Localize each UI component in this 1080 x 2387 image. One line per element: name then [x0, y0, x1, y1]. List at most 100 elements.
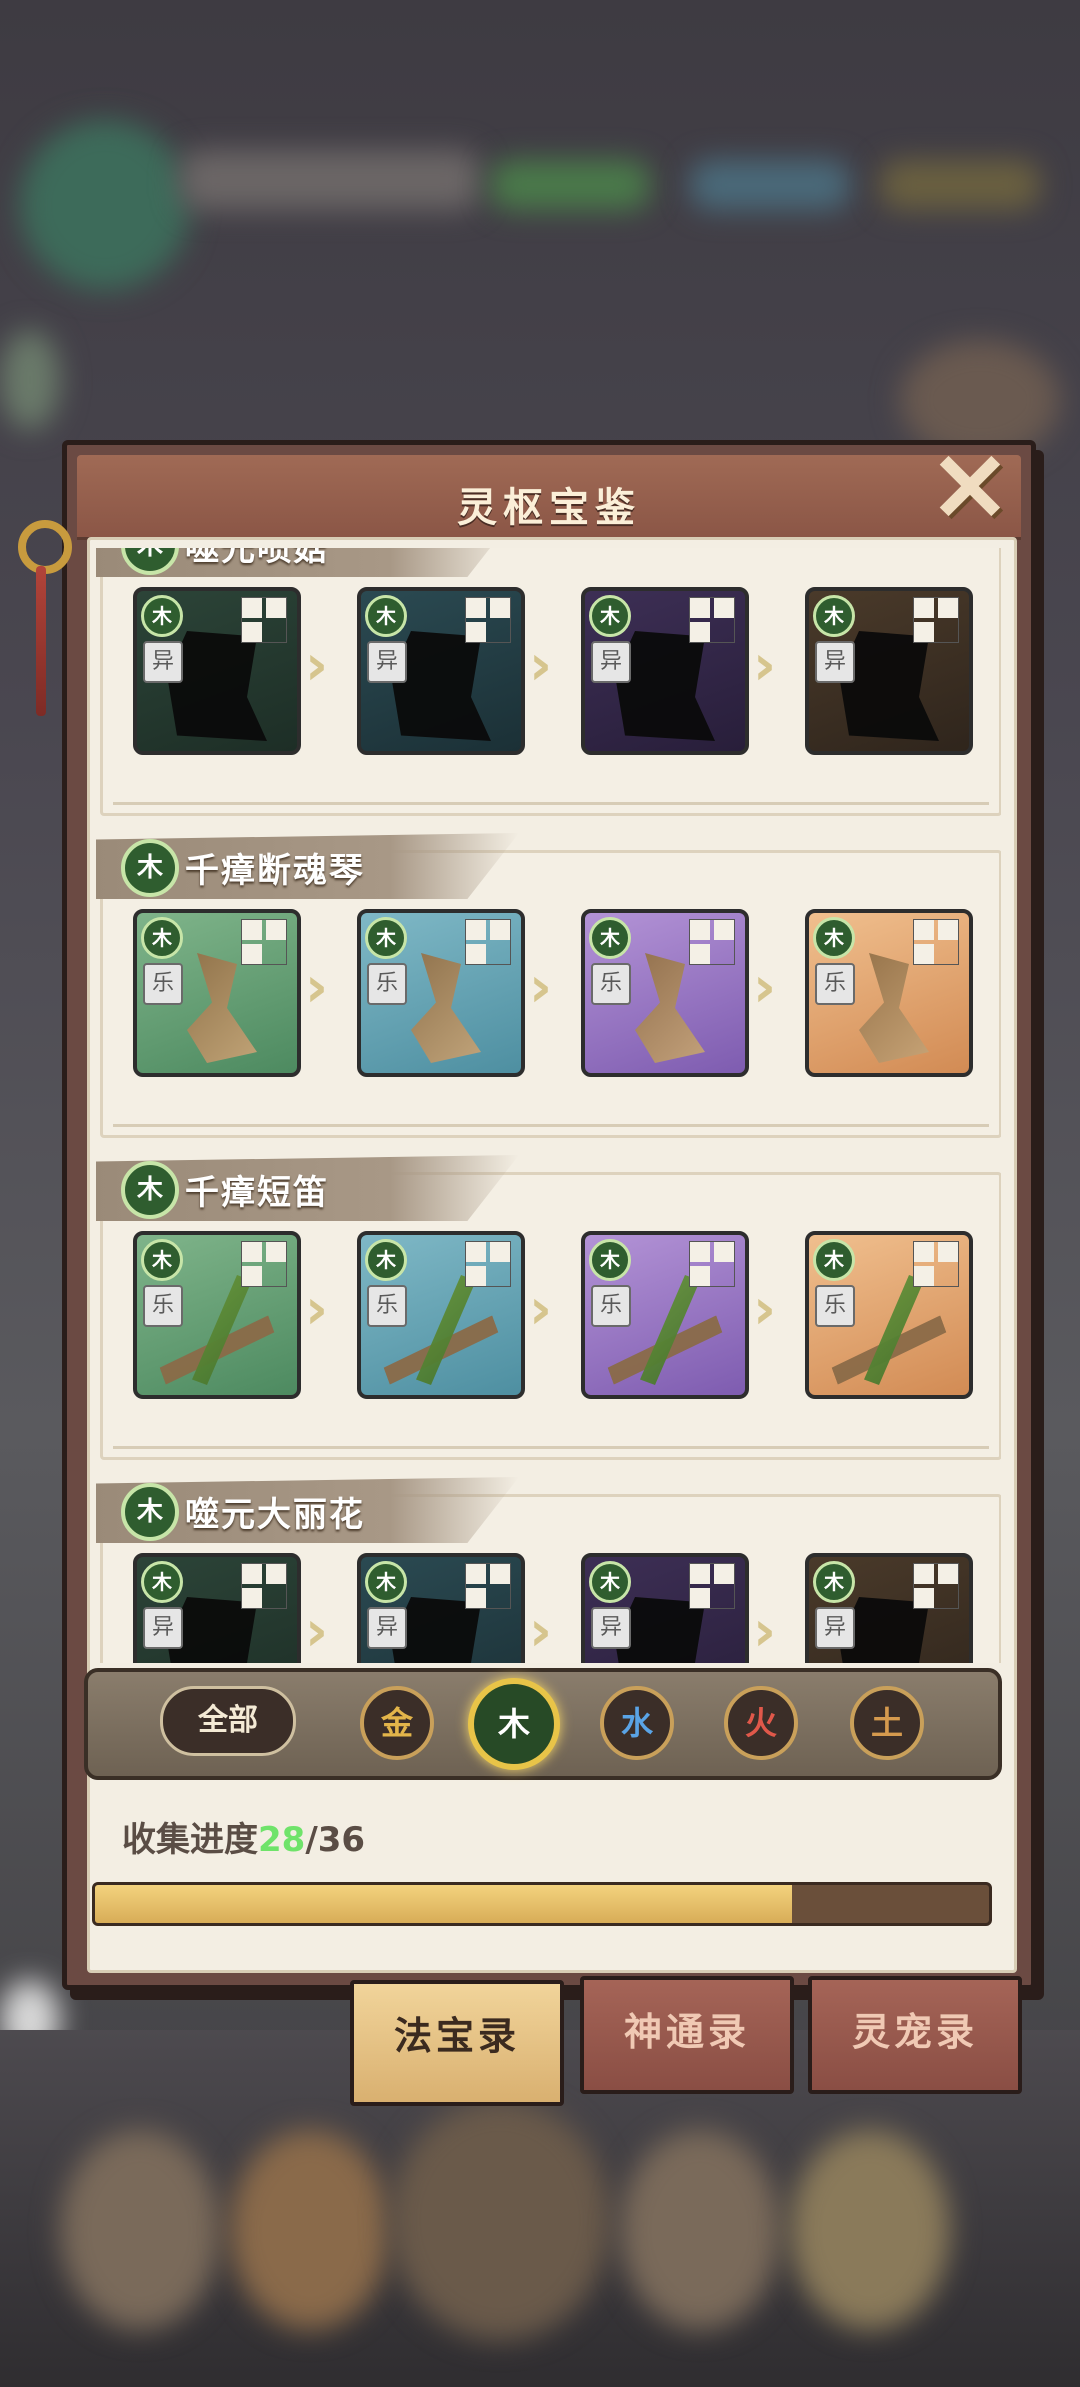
category-tag: 异 — [367, 1607, 407, 1649]
grid-icon — [241, 597, 287, 643]
item-list[interactable]: 木 噬元喷菇 木 异 › 木 异 › 木 异 › 木 异 — [96, 548, 1001, 1663]
chevron-right-icon: › — [305, 955, 329, 1020]
tab-pet-records[interactable]: 灵宠录 — [808, 1976, 1022, 2094]
wood-element-icon: 木 — [365, 595, 407, 637]
tier-1-slot[interactable]: 木 乐 — [133, 1231, 301, 1399]
element-filter-bar: 全部 金 木 水 火 土 — [84, 1668, 1002, 1780]
tier-2-slot[interactable]: 木 乐 — [357, 1231, 525, 1399]
collection-progress-label: 收集进度28/36 — [122, 1812, 365, 1861]
progress-fill — [95, 1885, 793, 1923]
filter-water-button[interactable]: 水 — [600, 1686, 674, 1760]
tab-treasure-records[interactable]: 法宝录 — [350, 1980, 564, 2106]
category-tag: 乐 — [815, 1285, 855, 1327]
wood-element-icon: 木 — [813, 595, 855, 637]
category-tag: 乐 — [815, 963, 855, 1005]
item-card[interactable]: 木 噬元大丽花 木 异 › 木 异 › 木 异 › 木 异 — [96, 1477, 1001, 1663]
tier-4-slot[interactable]: 木 异 — [805, 587, 973, 755]
grid-icon — [913, 1241, 959, 1287]
wood-element-icon: 木 — [141, 1239, 183, 1281]
category-tag: 乐 — [591, 1285, 631, 1327]
category-tag: 异 — [367, 641, 407, 683]
item-card[interactable]: 木 千瘴短笛 木 乐 › 木 乐 › 木 乐 › 木 乐 — [96, 1155, 1001, 1460]
grid-icon — [465, 597, 511, 643]
wood-element-icon: 木 — [589, 917, 631, 959]
chevron-right-icon: › — [529, 955, 553, 1020]
chevron-right-icon: › — [305, 633, 329, 698]
category-tag: 异 — [815, 641, 855, 683]
tier-2-slot[interactable]: 木 乐 — [357, 909, 525, 1077]
filter-fire-button[interactable]: 火 — [724, 1686, 798, 1760]
filter-earth-button[interactable]: 土 — [850, 1686, 924, 1760]
wood-element-icon: 木 — [121, 1483, 179, 1541]
wood-element-icon: 木 — [121, 1161, 179, 1219]
tier-4-slot[interactable]: 木 乐 — [805, 1231, 973, 1399]
tier-4-slot[interactable]: 木 乐 — [805, 909, 973, 1077]
grid-icon — [241, 1241, 287, 1287]
wood-element-icon: 木 — [365, 1239, 407, 1281]
wood-element-icon: 木 — [141, 917, 183, 959]
tassel-decoration — [18, 520, 72, 720]
category-tag: 乐 — [367, 1285, 407, 1327]
filter-metal-button[interactable]: 金 — [360, 1686, 434, 1760]
tab-ability-records[interactable]: 神通录 — [580, 1976, 794, 2094]
grid-icon — [241, 1563, 287, 1609]
wood-element-icon: 木 — [365, 1561, 407, 1603]
tier-2-slot[interactable]: 木 异 — [357, 1553, 525, 1663]
grid-icon — [913, 1563, 959, 1609]
wood-element-icon: 木 — [141, 1561, 183, 1603]
chevron-right-icon: › — [753, 1599, 777, 1663]
grid-icon — [689, 1563, 735, 1609]
category-tag: 异 — [143, 1607, 183, 1649]
chevron-right-icon: › — [305, 1599, 329, 1663]
wood-element-icon: 木 — [813, 917, 855, 959]
chevron-right-icon: › — [753, 955, 777, 1020]
item-name: 千瘴短笛 — [185, 1173, 329, 1213]
tier-3-slot[interactable]: 木 异 — [581, 587, 749, 755]
close-button[interactable]: ✕ — [920, 440, 1020, 538]
progress-current: 28 — [258, 1820, 306, 1860]
grid-icon — [465, 1563, 511, 1609]
title-bar: 灵枢宝鉴 — [77, 455, 1021, 540]
category-tag: 异 — [591, 1607, 631, 1649]
category-tag: 异 — [143, 641, 183, 683]
item-name: 噬元大丽花 — [185, 1495, 365, 1535]
tier-1-slot[interactable]: 木 异 — [133, 587, 301, 755]
category-tag: 乐 — [367, 963, 407, 1005]
wood-element-icon: 木 — [589, 1239, 631, 1281]
tier-3-slot[interactable]: 木 乐 — [581, 909, 749, 1077]
filter-all-button[interactable]: 全部 — [160, 1686, 296, 1756]
tier-1-slot[interactable]: 木 乐 — [133, 909, 301, 1077]
wood-element-icon: 木 — [365, 917, 407, 959]
grid-icon — [913, 919, 959, 965]
category-tag: 乐 — [143, 963, 183, 1005]
category-tag: 乐 — [143, 1285, 183, 1327]
tier-3-slot[interactable]: 木 乐 — [581, 1231, 749, 1399]
tier-1-slot[interactable]: 木 异 — [133, 1553, 301, 1663]
item-card[interactable]: 木 噬元喷菇 木 异 › 木 异 › 木 异 › 木 异 — [96, 548, 1001, 816]
grid-icon — [465, 1241, 511, 1287]
category-tag: 异 — [815, 1607, 855, 1649]
grid-icon — [465, 919, 511, 965]
tier-3-slot[interactable]: 木 异 — [581, 1553, 749, 1663]
chevron-right-icon: › — [529, 1599, 553, 1663]
panel-title: 灵枢宝鉴 — [457, 484, 641, 531]
chevron-right-icon: › — [305, 1277, 329, 1342]
wood-element-icon: 木 — [121, 839, 179, 897]
progress-separator: / — [305, 1820, 318, 1860]
chevron-right-icon: › — [529, 1277, 553, 1342]
item-name: 千瘴断魂琴 — [185, 851, 365, 891]
tier-4-slot[interactable]: 木 异 — [805, 1553, 973, 1663]
filter-wood-button[interactable]: 木 — [468, 1678, 560, 1770]
item-card[interactable]: 木 千瘴断魂琴 木 乐 › 木 乐 › 木 乐 › 木 乐 — [96, 833, 1001, 1138]
tier-2-slot[interactable]: 木 异 — [357, 587, 525, 755]
item-name: 噬元喷菇 — [185, 548, 329, 569]
chevron-right-icon: › — [753, 633, 777, 698]
category-tag: 乐 — [591, 963, 631, 1005]
progress-total: 36 — [317, 1820, 366, 1860]
chevron-right-icon: › — [753, 1277, 777, 1342]
wood-element-icon: 木 — [589, 595, 631, 637]
wood-element-icon: 木 — [589, 1561, 631, 1603]
grid-icon — [689, 597, 735, 643]
wood-element-icon: 木 — [813, 1561, 855, 1603]
grid-icon — [913, 597, 959, 643]
